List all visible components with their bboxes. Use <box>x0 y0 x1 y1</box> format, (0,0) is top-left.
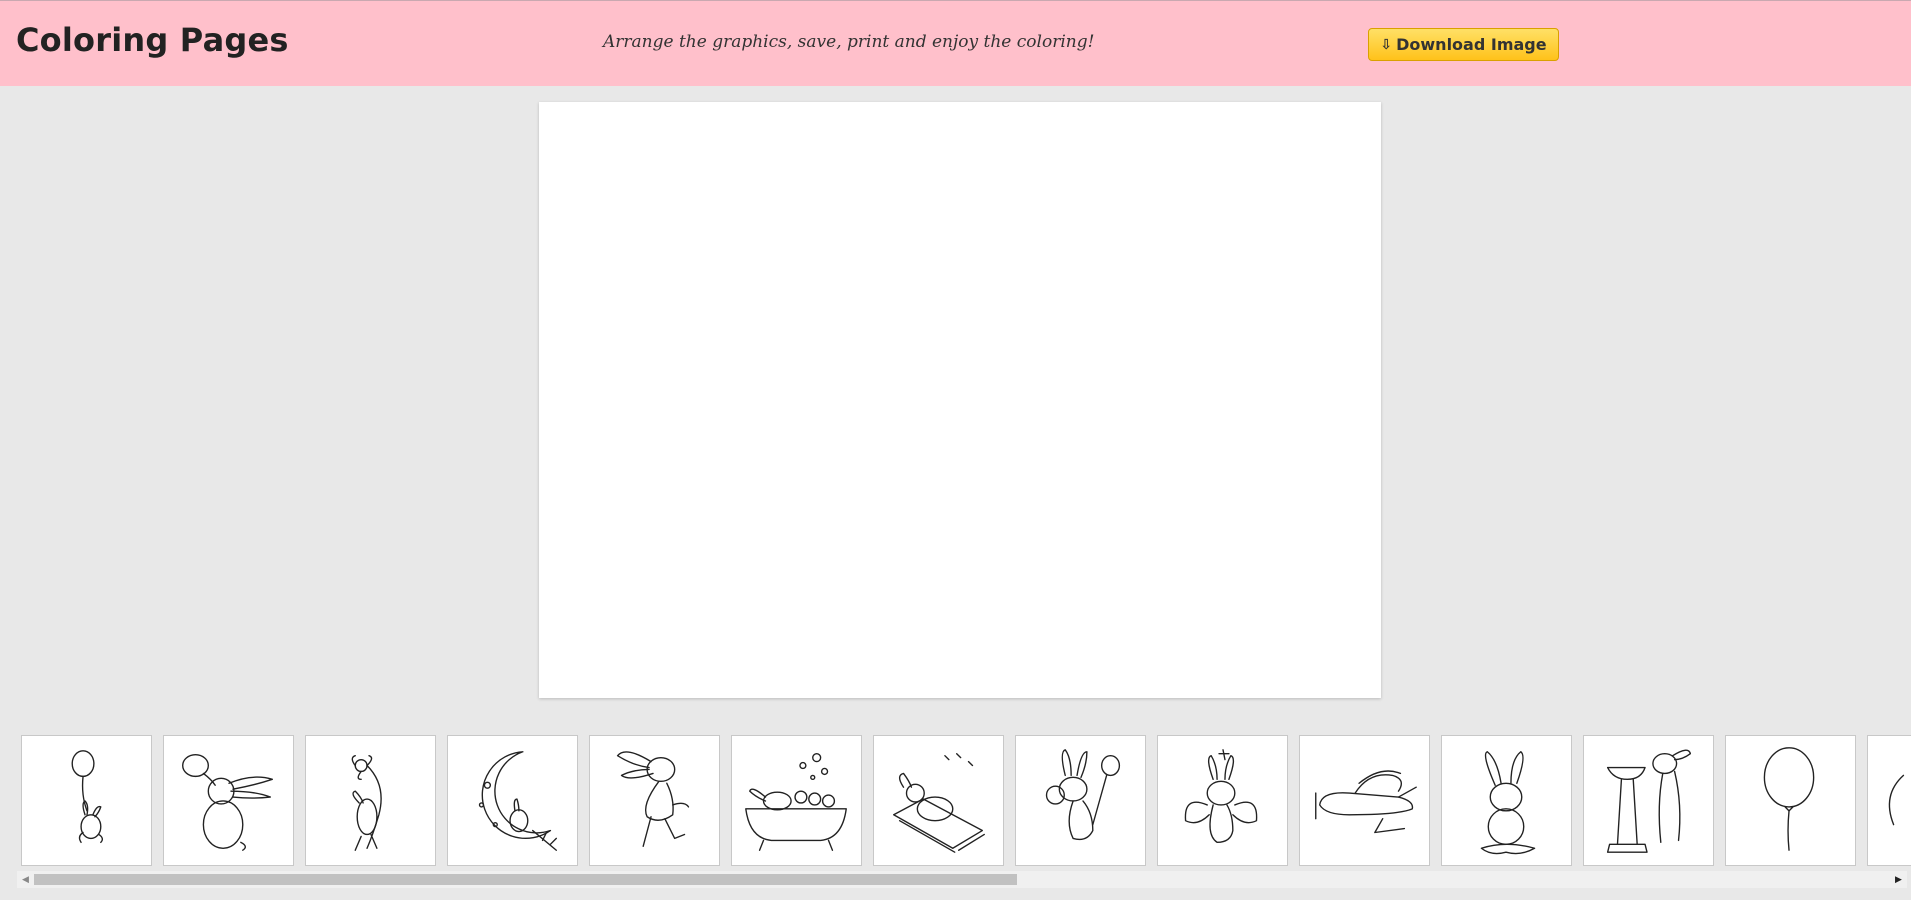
dancing-bunny-icon <box>616 751 690 847</box>
bunny-at-birdbath-icon <box>1606 749 1692 853</box>
partial-drawing-icon <box>1888 774 1905 826</box>
thumbnail-bunny-sled[interactable] <box>873 735 1004 866</box>
thumbnail-bunny-balloon[interactable] <box>21 735 152 866</box>
fairy-bunny-icon <box>1184 749 1258 844</box>
tagline: Arrange the graphics, save, print and en… <box>603 32 1095 52</box>
download-image-button[interactable]: ⇩ Download Image <box>1368 28 1559 61</box>
gallery-scrollbar[interactable]: ◀ ▶ <box>17 871 1907 888</box>
thumbnail-bunny-airplane[interactable] <box>1299 735 1430 866</box>
scrollbar-thumb[interactable] <box>34 874 1017 885</box>
thumbnail-dancing-bunny[interactable] <box>589 735 720 866</box>
thumbnail-fairy-bunny[interactable] <box>1157 735 1288 866</box>
bunny-in-airplane-icon <box>1315 770 1417 834</box>
scroll-right-arrow-icon[interactable]: ▶ <box>1890 871 1907 888</box>
thumbnail-bunny-moon[interactable] <box>447 735 578 866</box>
thumbnail-bunny-flower[interactable] <box>305 735 436 866</box>
scroll-left-arrow-icon[interactable]: ◀ <box>17 871 34 888</box>
thumbnail-bunny-magnifier[interactable] <box>1015 735 1146 866</box>
thumbnail-sitting-bunny[interactable] <box>1441 735 1572 866</box>
drawing-canvas[interactable] <box>539 102 1381 698</box>
bunny-with-balloon-icon <box>71 750 104 844</box>
header-bar: Coloring Pages Arrange the graphics, sav… <box>0 0 1911 86</box>
bunny-holding-balloon-icon <box>182 754 274 851</box>
bunny-on-moon-icon <box>478 751 558 851</box>
thumbnail-bunny-birdbath[interactable] <box>1583 735 1714 866</box>
download-button-label: Download Image <box>1396 35 1547 54</box>
thumbnail-bunny-bathtub[interactable] <box>731 735 862 866</box>
bunny-with-flower-icon <box>351 755 382 851</box>
sitting-bunny-icon <box>1480 751 1536 855</box>
bunny-in-bathtub-icon <box>745 753 847 851</box>
thumbnail-partial-drawing[interactable] <box>1867 735 1911 866</box>
bunny-with-magnifier-and-net-icon <box>1045 749 1121 841</box>
thumbnail-balloon[interactable] <box>1725 735 1856 866</box>
download-arrow-icon: ⇩ <box>1380 36 1393 53</box>
thumbnail-strip <box>21 735 1911 866</box>
balloon-icon <box>1763 747 1815 851</box>
bunny-on-sled-icon <box>893 753 985 853</box>
thumbnail-bunny-holding-balloon[interactable] <box>163 735 294 866</box>
app-title: Coloring Pages <box>16 21 289 59</box>
